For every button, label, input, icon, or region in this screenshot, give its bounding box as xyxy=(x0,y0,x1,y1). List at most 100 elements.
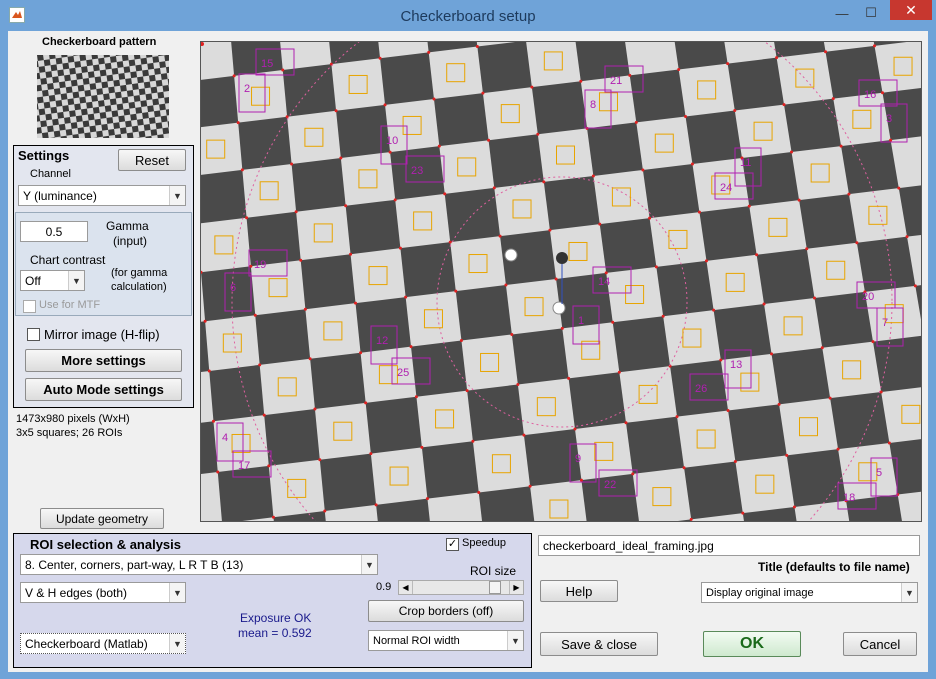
channel-label: Channel xyxy=(30,168,71,180)
speedup-checkbox[interactable]: ✓ xyxy=(446,538,459,551)
corner-point xyxy=(299,258,303,262)
corner-point xyxy=(465,389,469,393)
roi-id-label: 3 xyxy=(886,113,892,125)
dark-square xyxy=(699,206,757,261)
roi-id-label: 4 xyxy=(222,432,228,444)
roi-id-label: 26 xyxy=(695,383,707,395)
dark-square xyxy=(568,372,627,429)
roi-id-label: 23 xyxy=(411,165,423,177)
use-for-mtf-checkbox[interactable] xyxy=(23,300,36,313)
cancel-button[interactable]: Cancel xyxy=(843,632,917,656)
corner-point xyxy=(661,314,665,318)
dark-square xyxy=(433,93,489,147)
gamma-input[interactable]: 0.5 xyxy=(20,221,88,242)
dark-square xyxy=(784,98,842,153)
update-geometry-button[interactable]: Update geometry xyxy=(40,508,164,529)
exposure-status: Exposure OK xyxy=(240,611,312,625)
corner-point xyxy=(654,265,658,269)
auto-mode-settings-button[interactable]: Auto Mode settings xyxy=(25,378,182,401)
corner-point xyxy=(836,447,840,451)
corner-point xyxy=(704,259,708,263)
roi-selection-select[interactable]: 8. Center, corners, part-way, L R T B (1… xyxy=(20,554,378,575)
corner-point xyxy=(560,326,564,330)
corner-point xyxy=(383,103,387,107)
corner-point xyxy=(374,503,378,507)
corner-point xyxy=(459,339,463,343)
corner-point xyxy=(777,402,781,406)
settings-heading: Settings xyxy=(18,148,70,163)
corner-point xyxy=(207,369,211,373)
save-close-button[interactable]: Save & close xyxy=(540,632,658,656)
corner-point xyxy=(303,307,307,311)
filename-input[interactable]: checkerboard_ideal_framing.jpg xyxy=(538,535,920,556)
corner-point xyxy=(369,452,373,456)
channel-select[interactable]: Y (luminance) ▼ xyxy=(18,185,186,206)
corner-point xyxy=(631,472,635,476)
minimize-button[interactable]: — xyxy=(829,4,855,22)
slider-left-arrow-icon[interactable]: ◀ xyxy=(399,581,413,594)
more-settings-button[interactable]: More settings xyxy=(25,349,182,372)
corner-point xyxy=(887,441,891,445)
corner-point xyxy=(733,460,737,464)
corner-point xyxy=(504,283,508,287)
pattern-thumbnail xyxy=(37,55,169,138)
roi-width-select[interactable]: Normal ROI width ▼ xyxy=(368,630,524,651)
checkerboard-canvas[interactable]: 1234567891011121314151617181920212223242… xyxy=(201,42,922,522)
use-for-mtf-label: Use for MTF xyxy=(39,299,101,311)
dark-square xyxy=(626,416,685,474)
dark-square xyxy=(209,364,265,422)
help-button[interactable]: Help xyxy=(540,580,618,602)
mirror-checkbox[interactable] xyxy=(27,328,40,341)
corner-point xyxy=(522,433,526,437)
edges-value: V & H edges (both) xyxy=(25,585,128,600)
display-select[interactable]: Display original image ▼ xyxy=(701,582,918,603)
corner-point xyxy=(812,296,816,300)
roi-id-label: 17 xyxy=(238,460,250,472)
corner-point xyxy=(567,376,571,380)
roi-size-slider[interactable]: ◀ ▶ xyxy=(398,580,524,595)
corner-point xyxy=(398,246,402,250)
corner-point xyxy=(281,68,285,72)
corner-point xyxy=(240,168,244,172)
corner-point xyxy=(805,247,809,251)
close-button[interactable]: ✕ xyxy=(890,0,932,20)
corner-point xyxy=(262,413,266,417)
channel-value: Y (luminance) xyxy=(23,188,97,203)
edges-select[interactable]: V & H edges (both) ▼ xyxy=(20,582,186,603)
maximize-button[interactable]: ☐ xyxy=(858,4,884,22)
corner-point xyxy=(271,515,275,519)
method-select[interactable]: Checkerboard (Matlab) ▼ xyxy=(20,633,186,654)
roi-id-label: 13 xyxy=(730,359,742,371)
slider-thumb[interactable] xyxy=(488,581,501,594)
corner-point xyxy=(770,352,774,356)
chart-contrast-label: Chart contrast xyxy=(30,253,106,267)
corner-point xyxy=(364,401,368,405)
dark-square xyxy=(511,328,569,385)
corner-point xyxy=(824,50,828,54)
corner-point xyxy=(889,138,893,142)
dark-square xyxy=(238,116,292,170)
corner-point xyxy=(755,253,759,257)
corner-point xyxy=(427,50,431,54)
ok-button[interactable]: OK xyxy=(703,631,801,657)
corner-point xyxy=(782,103,786,107)
dark-square xyxy=(201,75,239,128)
corner-point xyxy=(448,240,452,244)
corner-point xyxy=(542,180,546,184)
crop-borders-button[interactable]: Crop borders (off) xyxy=(368,600,524,622)
roi-id-label: 6 xyxy=(230,282,236,294)
roi-id-label: 14 xyxy=(598,276,610,288)
roi-id-label: 15 xyxy=(261,58,273,70)
reset-button[interactable]: Reset xyxy=(118,149,186,171)
mirror-label: Mirror image (H-flip) xyxy=(44,327,160,342)
corner-point xyxy=(492,186,496,190)
contrast-select[interactable]: Off ▼ xyxy=(20,270,85,291)
roi-id-label: 20 xyxy=(862,291,874,303)
checkerboard-image[interactable]: 1 2 3 4 5 6 7 8 9 10 11 12 13 14 15 16 17 18 19 20 21 22 23 24 2… xyxy=(200,41,922,522)
dark-square xyxy=(728,404,787,462)
corner-point xyxy=(267,464,271,468)
slider-right-arrow-icon[interactable]: ▶ xyxy=(509,581,523,594)
dark-square xyxy=(684,461,743,520)
corner-point xyxy=(294,210,298,214)
corner-point xyxy=(548,228,552,232)
